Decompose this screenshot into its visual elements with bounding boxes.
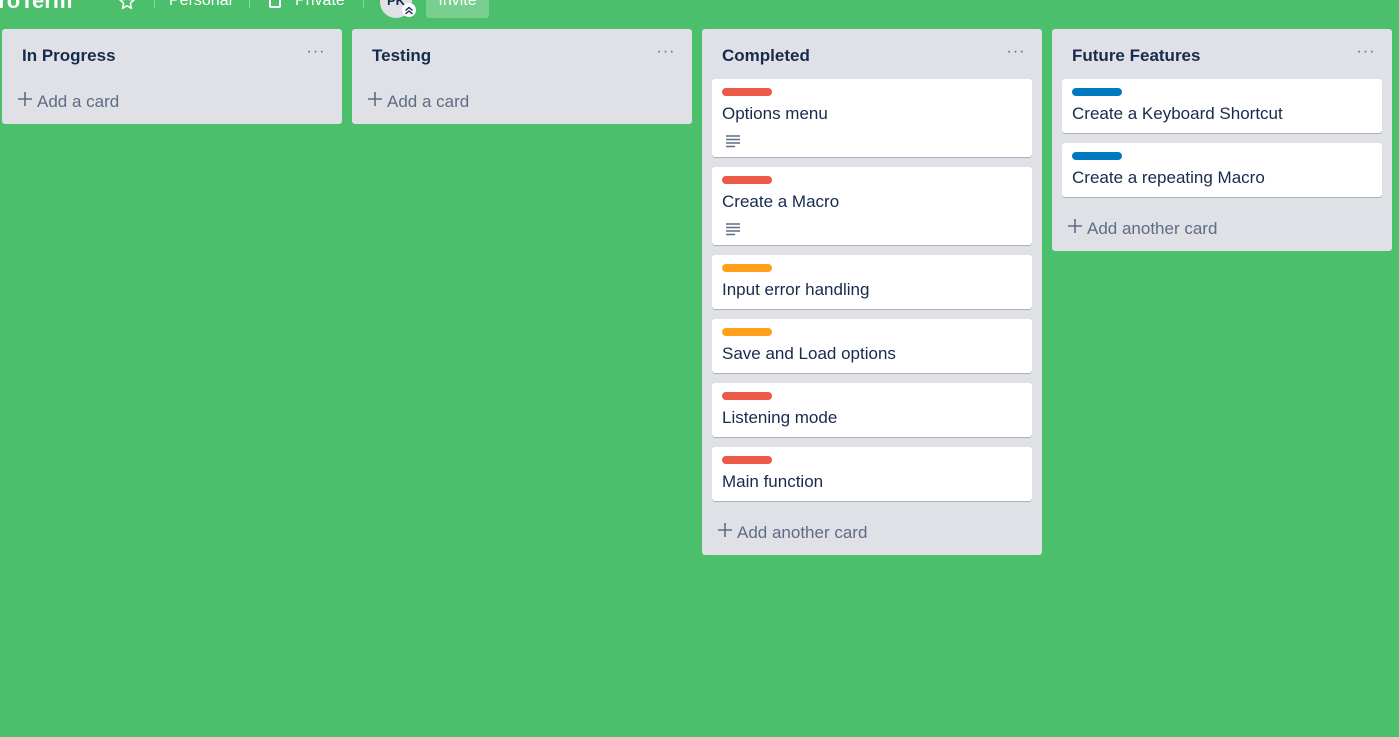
list-future-features: Future Features ··· Create a Keyboard Sh… [1052,29,1392,251]
add-card-button[interactable]: Add another card [1052,207,1392,251]
list-title[interactable]: Future Features [1072,46,1200,66]
label-blue [1072,152,1122,160]
list-in-progress: In Progress ··· Add a card [2,29,342,124]
list-title[interactable]: Completed [722,46,810,66]
label-orange [722,328,772,336]
card[interactable]: Save and Load options [712,319,1032,373]
add-card-label: Add another card [737,523,868,542]
header-divider [154,0,155,8]
board-header: croTerm Personal Private [0,0,1399,18]
list-testing: Testing ··· Add a card [352,29,692,124]
description-icon [726,223,740,236]
list-header: In Progress ··· [2,29,342,91]
visibility-button[interactable]: Private [295,0,345,10]
list-title[interactable]: Testing [372,46,431,66]
card-title: Main function [722,472,824,491]
card-title: Create a Macro [722,192,840,211]
list-header: Testing ··· [352,29,692,91]
add-card-label: Add another card [1087,219,1218,238]
card[interactable]: Create a Keyboard Shortcut [1062,79,1382,133]
card-title: Input error handling [722,280,870,299]
invite-button[interactable]: Invite [426,0,489,18]
label-orange [722,264,772,272]
card-list: Create a Keyboard Shortcut Create a repe… [1052,77,1392,197]
add-card-label: Add a card [37,92,120,111]
card[interactable]: Create a repeating Macro [1062,143,1382,197]
card-title: Listening mode [722,408,838,427]
label-red [722,88,772,96]
admin-chevrons-icon [402,3,416,17]
list-menu-icon[interactable]: ··· [1354,41,1378,65]
team-button[interactable]: Personal [169,0,232,10]
plus-icon [718,523,732,537]
list-menu-icon[interactable]: ··· [1004,41,1028,65]
card[interactable]: Listening mode [712,383,1032,437]
lock-icon [269,0,281,8]
header-divider [249,0,250,8]
header-divider [363,0,364,8]
add-card-button[interactable]: Add a card [2,91,342,124]
star-icon[interactable] [118,0,136,11]
list-menu-icon[interactable]: ··· [654,41,678,65]
plus-icon [18,92,32,106]
list-header: Completed ··· [702,29,1042,77]
list-header: Future Features ··· [1052,29,1392,77]
label-red [722,456,772,464]
card-list: Options menu Create a Macro Input error … [702,77,1042,501]
plus-icon [1068,219,1082,233]
list-menu-icon[interactable]: ··· [304,41,328,65]
card[interactable]: Main function [712,447,1032,501]
add-card-label: Add a card [387,92,470,111]
list-title[interactable]: In Progress [22,46,116,66]
card-title: Options menu [722,104,828,123]
list-completed: Completed ··· Options menu Create a Macr… [702,29,1042,555]
plus-icon [368,92,382,106]
card[interactable]: Options menu [712,79,1032,157]
label-red [722,176,772,184]
label-blue [1072,88,1122,96]
card-title: Create a repeating Macro [1072,168,1265,187]
card-title: Save and Load options [722,344,896,363]
card[interactable]: Create a Macro [712,167,1032,245]
description-icon [726,135,740,148]
board-title[interactable]: croTerm [0,0,72,14]
add-card-button[interactable]: Add another card [702,511,1042,555]
label-red [722,392,772,400]
card[interactable]: Input error handling [712,255,1032,309]
add-card-button[interactable]: Add a card [352,91,692,124]
card-title: Create a Keyboard Shortcut [1072,104,1283,123]
